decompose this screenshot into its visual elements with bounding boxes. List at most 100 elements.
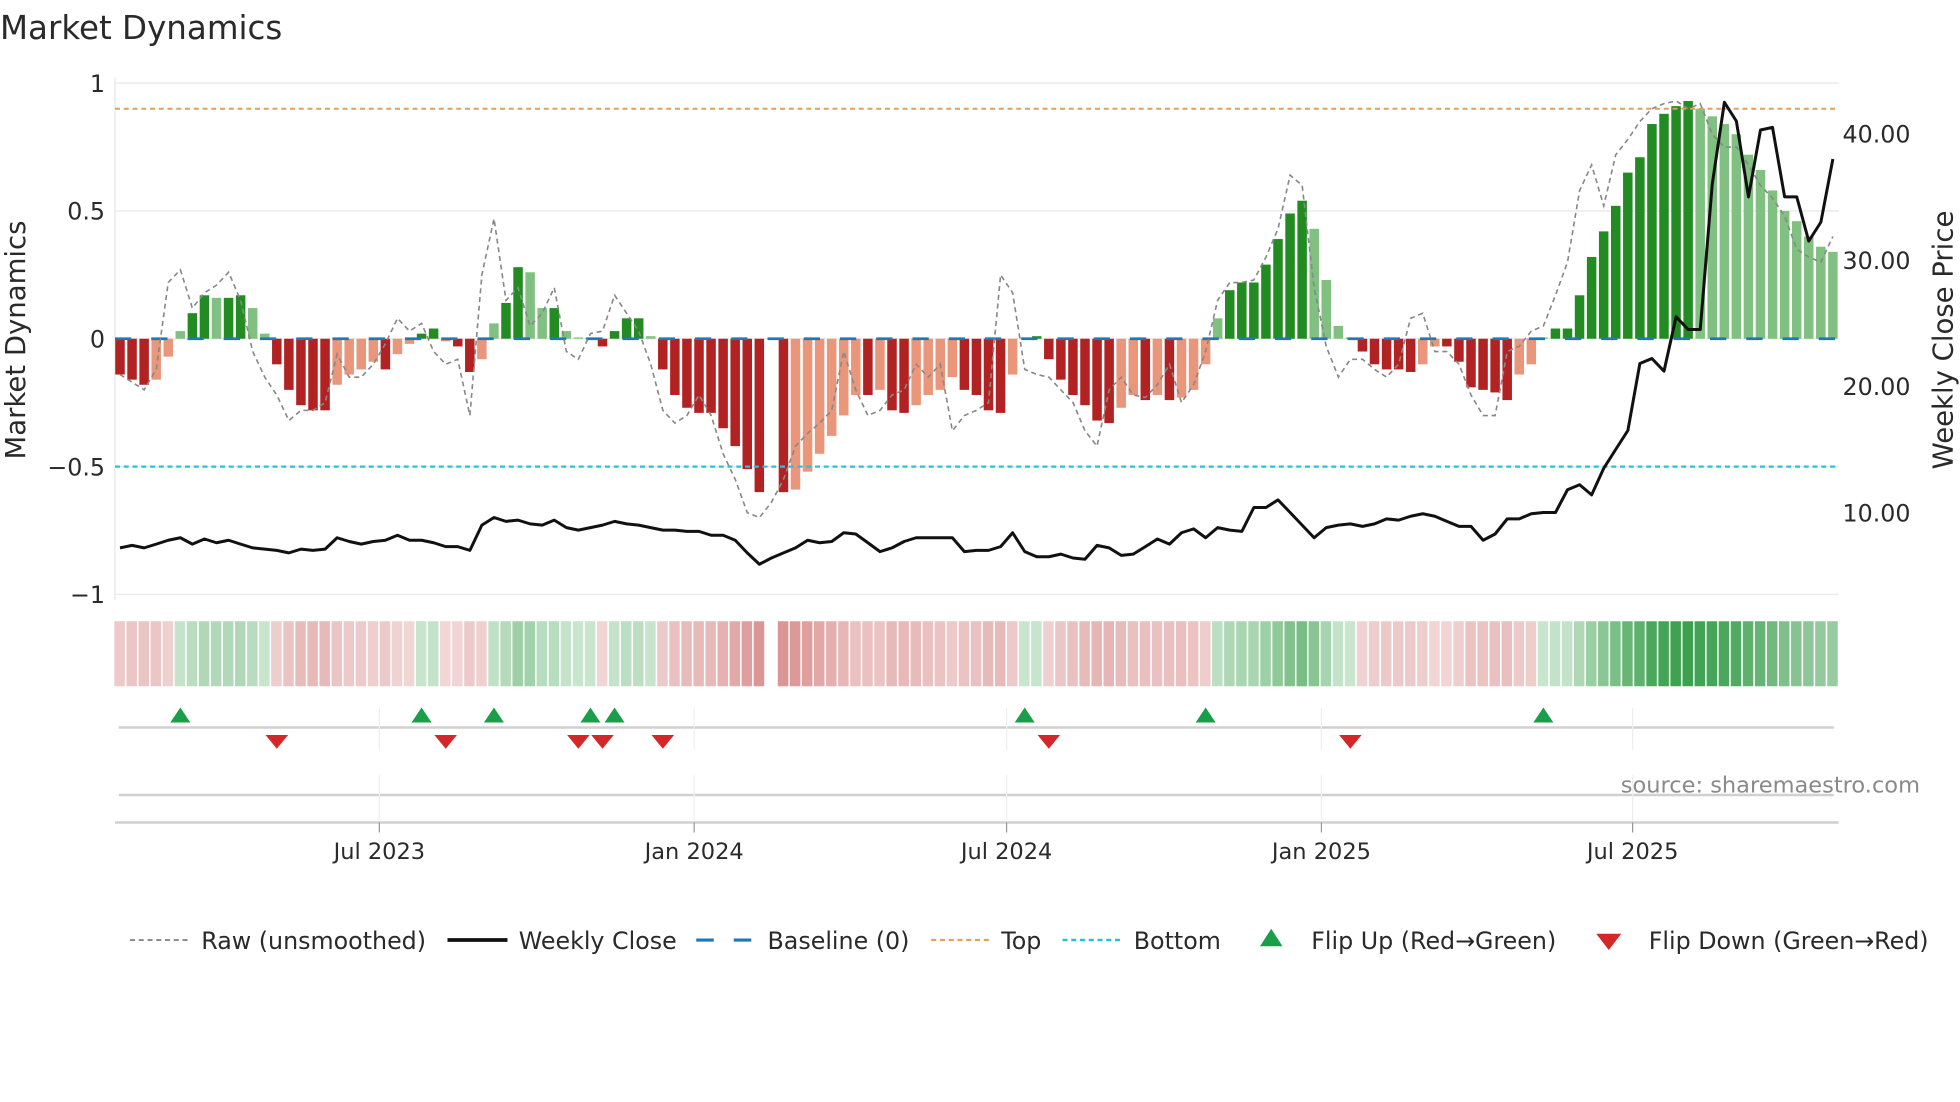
bar: [489, 323, 499, 339]
heatmap-cell: [174, 621, 186, 687]
heatmap-cell: [452, 621, 463, 687]
bar: [1116, 338, 1126, 408]
heatmap-cell: [789, 621, 801, 687]
bar: [1080, 338, 1090, 406]
bar: [1647, 124, 1657, 339]
bar: [356, 338, 367, 370]
bar: [802, 338, 813, 472]
heatmap-cell: [1200, 621, 1211, 687]
heatmap-cell: [259, 621, 270, 687]
legend-label: Bottom: [1134, 927, 1221, 955]
x-tick-label: Jul 2024: [959, 839, 1053, 865]
bar: [573, 337, 584, 339]
bar: [1152, 338, 1163, 395]
heatmap-cell: [1079, 621, 1090, 687]
heatmap-cell: [1031, 621, 1042, 687]
heatmap-cell: [1055, 621, 1066, 687]
heatmap-cell: [1803, 621, 1814, 687]
heatmap-cell: [1272, 621, 1283, 687]
bar: [1490, 338, 1500, 393]
bar: [718, 338, 728, 429]
bar: [706, 338, 716, 413]
bar: [513, 267, 523, 339]
y2-tick-label: 10.00: [1843, 499, 1911, 527]
bar: [1261, 264, 1271, 339]
bar: [1791, 221, 1802, 339]
heatmap-cell: [1417, 621, 1428, 687]
heatmap-cell: [850, 621, 861, 687]
flip-down-icon: [265, 735, 289, 749]
heatmap-cell: [464, 621, 475, 687]
flip-up-icon: [411, 707, 432, 723]
heatmap-cell: [777, 621, 789, 687]
bar: [1659, 113, 1669, 339]
heatmap-cell: [1730, 621, 1742, 687]
bar: [814, 338, 825, 454]
heatmap-cell: [1151, 621, 1163, 687]
heatmap-cell: [1573, 621, 1585, 687]
heatmap-cell: [488, 621, 499, 687]
heatmap-cell: [862, 621, 873, 687]
heatmap-cell: [1670, 621, 1681, 687]
heatmap-cell: [1284, 621, 1295, 687]
heatmap-cell: [1296, 621, 1307, 687]
heatmap-cell: [560, 621, 572, 687]
market-dynamics-chart: Market Dynamics 1 0.5 0 −0.5 −1 40.00 30.00 20…: [0, 9, 1960, 955]
heatmap-cell: [428, 621, 439, 687]
heatmap-cell: [1489, 621, 1500, 687]
legend-label: Flip Up (Red→Green): [1311, 927, 1556, 955]
bar: [1176, 338, 1187, 398]
heatmap-cell: [331, 621, 342, 687]
heatmap-cell: [1754, 621, 1766, 687]
bar: [1225, 290, 1235, 339]
bar: [1635, 157, 1645, 339]
bar: [392, 338, 403, 355]
heatmap-cell: [1043, 621, 1054, 687]
bar: [1007, 338, 1018, 375]
heatmap-cell: [1127, 621, 1139, 687]
heatmap-cell: [114, 621, 125, 687]
y-tick-label: 0.5: [67, 198, 105, 226]
heatmap-cell: [150, 621, 162, 687]
heatmap-cell: [440, 621, 451, 687]
bar: [549, 308, 559, 339]
bar: [971, 338, 982, 395]
heatmap-cell: [1236, 621, 1247, 687]
heatmap-cell: [1658, 621, 1669, 687]
heatmap-cell: [1779, 621, 1790, 687]
bar: [211, 297, 222, 339]
bar: [1623, 172, 1633, 339]
heatmap-cell: [415, 621, 427, 687]
heatmap-strip: [114, 621, 1838, 687]
flip-up-icon: [170, 707, 191, 723]
bar: [1369, 338, 1380, 365]
bar: [223, 297, 234, 339]
x-tick-label: Jul 2025: [1585, 839, 1679, 865]
bar: [1056, 338, 1066, 380]
heatmap-cell: [1827, 621, 1838, 687]
bar: [1562, 328, 1573, 339]
bar: [1598, 231, 1609, 339]
heatmap-cell: [222, 621, 234, 687]
flip-down-icon: [1037, 735, 1061, 749]
bar: [730, 338, 740, 447]
heatmap-cell: [319, 621, 330, 687]
y-axis-left: 1 0.5 0 −0.5 −1: [47, 70, 105, 609]
heatmap-cell: [1561, 621, 1573, 687]
heatmap-cell: [1320, 621, 1332, 687]
heatmap-cell: [500, 621, 511, 687]
heatmap-cell: [1019, 621, 1030, 687]
bar: [272, 338, 282, 365]
heatmap-cell: [210, 621, 222, 687]
bar: [1611, 205, 1621, 339]
bar: [284, 338, 294, 390]
heatmap-cell: [1791, 621, 1802, 687]
x-tick-label: Jan 2024: [643, 839, 744, 865]
heatmap-cell: [1163, 621, 1175, 687]
heatmap-cell: [838, 621, 849, 687]
bar: [1779, 210, 1790, 339]
bar: [1092, 338, 1102, 421]
heatmap-cell: [548, 621, 560, 687]
bar: [380, 338, 391, 370]
bar: [1550, 328, 1561, 339]
